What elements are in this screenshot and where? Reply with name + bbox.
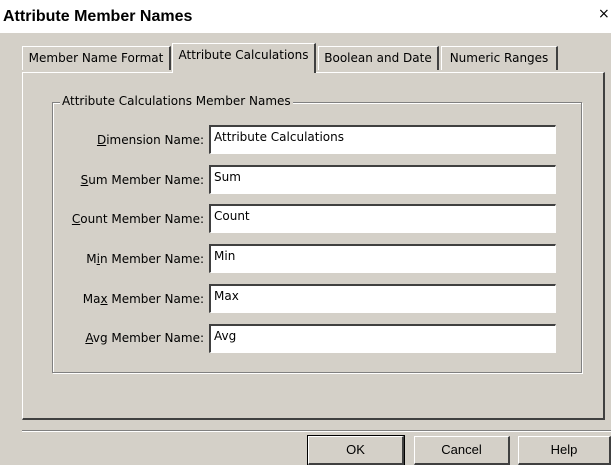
dimension-name-label: Dimension Name: — [96, 133, 204, 147]
sum-member-name-field[interactable]: Sum — [209, 165, 556, 194]
tab-boolean-and-date[interactable]: Boolean and Date — [318, 46, 439, 70]
sum-member-name-label: Sum Member Name: — [80, 173, 204, 187]
dimension-name-field[interactable]: Attribute Calculations — [209, 125, 556, 154]
button-divider — [22, 430, 611, 432]
tab-attribute-calculations[interactable]: Attribute Calculations — [172, 43, 316, 73]
cancel-button[interactable]: Cancel — [414, 436, 510, 465]
min-member-name-label: Min Member Name: — [86, 252, 204, 266]
window-title: Attribute Member Names — [3, 8, 193, 25]
count-member-name-field[interactable]: Count — [209, 204, 556, 233]
max-member-name-field[interactable]: Max — [209, 284, 556, 313]
count-member-name-label: Count Member Name: — [71, 212, 204, 226]
close-icon[interactable]: × — [598, 6, 610, 22]
group-legend: Attribute Calculations Member Names — [60, 94, 293, 108]
min-member-name-field[interactable]: Min — [209, 244, 556, 273]
help-button[interactable]: Help — [518, 436, 611, 465]
ok-button[interactable]: OK — [307, 435, 405, 465]
avg-member-name-label: Avg Member Name: — [85, 331, 204, 345]
tab-numeric-ranges[interactable]: Numeric Ranges — [441, 46, 558, 70]
max-member-name-label: Max Member Name: — [82, 292, 204, 306]
title-bar: Attribute Member Names × — [0, 0, 611, 33]
tab-member-name-format[interactable]: Member Name Format — [22, 46, 171, 70]
avg-member-name-field[interactable]: Avg — [209, 324, 556, 353]
